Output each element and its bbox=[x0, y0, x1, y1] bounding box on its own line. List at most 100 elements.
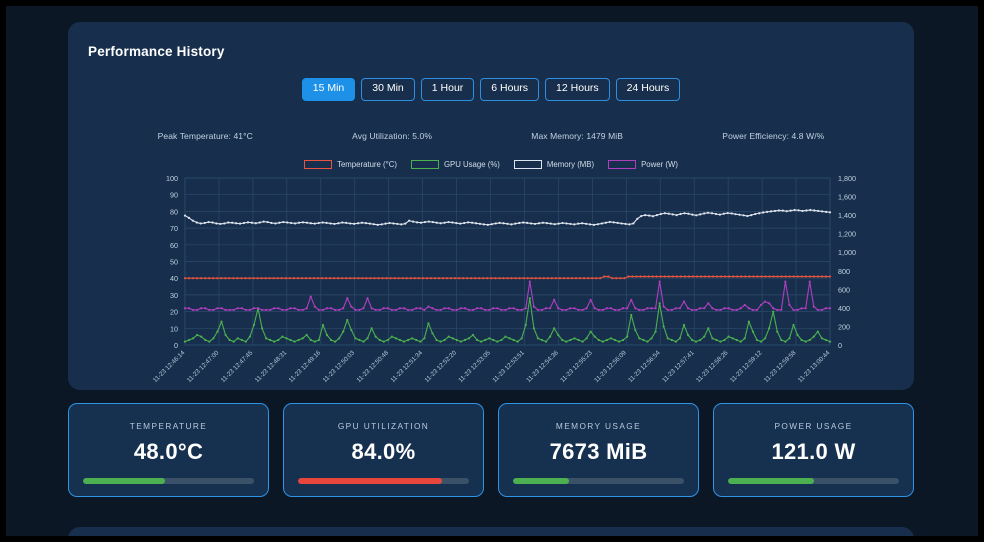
legend-label: Temperature (°C) bbox=[337, 160, 397, 169]
metric-card-temperature[interactable]: Temperature 48.0°C bbox=[68, 403, 269, 497]
x-axis-tick-label: 11-23 12:50:03 bbox=[322, 349, 357, 384]
x-axis-tick-label: 11-23 13:00:44 bbox=[797, 349, 832, 384]
x-axis-tick-label: 11-23 12:54:36 bbox=[525, 349, 560, 384]
metric-progress-bar bbox=[513, 478, 684, 484]
performance-history-panel: Performance History 15 Min 30 Min 1 Hour 6 … bbox=[68, 22, 914, 390]
summary-stat: Peak Temperature: 41°C bbox=[157, 131, 253, 141]
legend-label: GPU Usage (%) bbox=[443, 160, 500, 169]
x-axis-tick-label: 11-23 12:51:34 bbox=[389, 349, 424, 384]
y-axis-right-tick-label: 600 bbox=[838, 285, 850, 294]
page-title: Performance History bbox=[88, 44, 225, 59]
legend-item[interactable]: Temperature (°C) bbox=[304, 160, 397, 169]
metric-progress-fill bbox=[728, 478, 814, 484]
legend-swatch-icon bbox=[304, 160, 333, 169]
performance-chart: 0 10 20 30 40 50 60 70 80 90 100 0 200 400 600 800 1,00… bbox=[68, 172, 914, 390]
range-button-30-min[interactable]: 30 Min bbox=[361, 78, 415, 101]
chart-y-right-ticks: 0 200 400 600 800 1,000 1,200 1,400 1,600 1,800 bbox=[838, 174, 856, 350]
range-button-12-hours[interactable]: 12 Hours bbox=[545, 78, 610, 101]
time-range-button-group: 15 Min 30 Min 1 Hour 6 Hours 12 Hours 24 Hour… bbox=[68, 78, 914, 101]
range-button-24-hours[interactable]: 24 Hours bbox=[615, 78, 681, 101]
x-axis-tick-label: 11-23 12:56:09 bbox=[593, 349, 628, 384]
x-axis-tick-label: 11-23 12:56:54 bbox=[627, 349, 662, 384]
chart-line bbox=[183, 275, 832, 280]
x-axis-tick-label: 11-23 12:46:14 bbox=[152, 349, 187, 384]
legend-label: Memory (MB) bbox=[546, 160, 595, 169]
metric-card-label: Temperature bbox=[129, 421, 208, 431]
y-axis-left-tick-label: 10 bbox=[170, 324, 178, 333]
chart-y-left-ticks: 0 10 20 30 40 50 60 70 80 90 100 bbox=[166, 174, 178, 350]
range-button-15-min[interactable]: 15 Min bbox=[301, 78, 356, 101]
metric-progress-bar bbox=[298, 478, 469, 484]
chart-legend: Temperature (°C) GPU Usage (%) Memory (MB)… bbox=[68, 160, 914, 169]
y-axis-right-tick-label: 800 bbox=[838, 267, 850, 276]
y-axis-right-tick-label: 1,800 bbox=[838, 174, 856, 183]
chart-x-ticks: 11-23 12:46:14 11-23 12:47:00 11-23 12:47:… bbox=[152, 349, 832, 384]
metric-progress-fill bbox=[298, 478, 442, 484]
metric-progress-fill bbox=[83, 478, 166, 484]
summary-stats-row: Peak Temperature: 41°C Avg Utilization: 5… bbox=[108, 131, 874, 141]
y-axis-left-tick-label: 40 bbox=[170, 274, 178, 283]
metric-card-memory-usage[interactable]: Memory Usage 7673 MiB bbox=[498, 403, 699, 497]
y-axis-left-tick-label: 20 bbox=[170, 308, 178, 317]
next-panel-partial bbox=[68, 527, 914, 536]
y-axis-left-tick-label: 50 bbox=[170, 258, 178, 267]
x-axis-tick-label: 11-23 12:57:41 bbox=[661, 349, 696, 384]
x-axis-tick-label: 11-23 12:58:26 bbox=[695, 349, 730, 384]
y-axis-left-tick-label: 90 bbox=[170, 191, 178, 200]
legend-swatch-icon bbox=[608, 160, 637, 169]
range-button-6-hours[interactable]: 6 Hours bbox=[480, 78, 540, 101]
legend-item[interactable]: GPU Usage (%) bbox=[410, 160, 500, 169]
y-axis-left-tick-label: 60 bbox=[170, 241, 178, 250]
metric-progress-bar bbox=[728, 478, 899, 484]
legend-item[interactable]: Power (W) bbox=[608, 160, 678, 169]
y-axis-right-tick-label: 0 bbox=[838, 341, 842, 350]
legend-swatch-icon bbox=[410, 160, 439, 169]
y-axis-right-tick-label: 1,000 bbox=[838, 248, 856, 257]
summary-stat: Power Efficiency: 4.8 W/% bbox=[722, 131, 825, 141]
metric-card-power-usage[interactable]: Power Usage 121.0 W bbox=[713, 403, 914, 497]
x-axis-tick-label: 11-23 12:47:00 bbox=[186, 349, 221, 384]
y-axis-right-tick-label: 1,200 bbox=[838, 230, 856, 239]
y-axis-left-tick-label: 70 bbox=[170, 224, 178, 233]
metric-card-value: 7673 MiB bbox=[549, 439, 648, 464]
x-axis-tick-label: 11-23 12:53:05 bbox=[457, 349, 492, 384]
metric-card-value: 84.0% bbox=[351, 439, 416, 464]
x-axis-tick-label: 11-23 12:59:12 bbox=[729, 349, 764, 384]
x-axis-tick-label: 11-23 12:53:51 bbox=[491, 349, 526, 384]
chart-line bbox=[183, 280, 832, 312]
range-button-1-hour[interactable]: 1 Hour bbox=[420, 78, 475, 101]
metric-cards-row: Temperature 48.0°C GPU Utilization 84.0% Mem… bbox=[68, 403, 914, 497]
metric-card-value: 121.0 W bbox=[771, 439, 856, 464]
x-axis-tick-label: 11-23 12:48:31 bbox=[254, 349, 289, 384]
x-axis-tick-label: 11-23 12:52:20 bbox=[423, 349, 458, 384]
y-axis-left-tick-label: 30 bbox=[170, 291, 178, 300]
x-axis-tick-label: 11-23 12:55:23 bbox=[559, 349, 594, 384]
y-axis-right-tick-label: 1,400 bbox=[838, 211, 856, 220]
metric-card-value: 48.0°C bbox=[133, 439, 204, 464]
legend-label: Power (W) bbox=[641, 160, 678, 169]
y-axis-right-tick-label: 1,600 bbox=[838, 193, 856, 202]
x-axis-tick-label: 11-23 12:47:45 bbox=[220, 349, 255, 384]
legend-swatch-icon bbox=[513, 160, 542, 169]
x-axis-tick-label: 11-23 12:50:48 bbox=[356, 349, 391, 384]
metric-card-gpu-utilization[interactable]: GPU Utilization 84.0% bbox=[283, 403, 484, 497]
y-axis-right-tick-label: 200 bbox=[838, 322, 850, 331]
x-axis-tick-label: 11-23 12:49:16 bbox=[288, 349, 323, 384]
metric-progress-bar bbox=[83, 478, 254, 484]
chart-canvas: 0 10 20 30 40 50 60 70 80 90 100 0 200 400 600 800 1,00… bbox=[152, 174, 856, 384]
metric-progress-fill bbox=[513, 478, 570, 484]
app-screen: Performance History 15 Min 30 Min 1 Hour 6 … bbox=[6, 6, 978, 536]
y-axis-left-tick-label: 100 bbox=[166, 174, 178, 183]
legend-item[interactable]: Memory (MB) bbox=[513, 160, 595, 169]
y-axis-right-tick-label: 400 bbox=[838, 304, 850, 313]
metric-card-label: Power Usage bbox=[774, 421, 853, 431]
summary-stat: Max Memory: 1479 MiB bbox=[531, 131, 624, 141]
chart-grid bbox=[184, 177, 831, 346]
y-axis-left-tick-label: 80 bbox=[170, 207, 178, 216]
chart-series bbox=[183, 208, 832, 343]
metric-card-label: GPU Utilization bbox=[337, 421, 430, 431]
chart-line bbox=[183, 297, 832, 343]
x-axis-tick-label: 11-23 12:59:58 bbox=[763, 349, 798, 384]
metric-card-label: Memory Usage bbox=[555, 421, 642, 431]
summary-stat: Avg Utilization: 5.0% bbox=[352, 131, 433, 141]
